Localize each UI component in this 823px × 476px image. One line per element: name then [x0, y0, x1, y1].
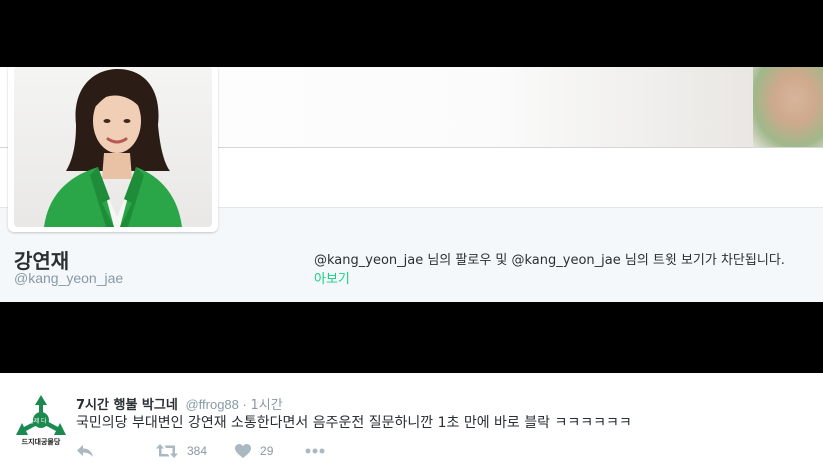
retweet-button[interactable]: 384	[156, 444, 207, 458]
tweet-handle[interactable]: @ffrog88	[185, 397, 238, 412]
tweet-time[interactable]: 1시간	[250, 398, 282, 413]
more-button[interactable]	[305, 448, 325, 454]
profile-card: 강연재 @kang_yeon_jae @kang_yeon_jae 님의 팔로우…	[0, 67, 823, 302]
reply-button[interactable]	[76, 444, 94, 458]
svg-text:드지대궁물당: 드지대궁물당	[22, 437, 61, 446]
black-bar-middle	[0, 302, 823, 373]
heart-icon	[235, 444, 252, 458]
svg-text:언제 다 해: 언제 다 해	[28, 417, 54, 425]
tweet-display-name[interactable]: 7시간 행불 박그네	[76, 398, 178, 413]
view-link[interactable]: 아보기	[314, 268, 350, 287]
banner-image	[753, 67, 823, 147]
more-icon	[305, 448, 325, 454]
tweet-actions: 384 29	[76, 443, 325, 459]
tweet[interactable]: 언제 다 해 드지대궁물당 7시간 행불 박그네 @ffrog88 · 1시간 …	[0, 373, 823, 476]
tweet-text: 국민의당 부대변인 강연재 소통한다면서 음주운전 질문하니깐 1초 만에 바로…	[76, 415, 632, 431]
retweet-icon	[156, 444, 178, 458]
tweet-avatar[interactable]: 언제 다 해 드지대궁물당	[14, 393, 68, 447]
profile-avatar	[14, 67, 212, 227]
profile-avatar-frame[interactable]	[8, 67, 218, 232]
profile-photo	[44, 69, 182, 227]
like-button[interactable]: 29	[235, 444, 273, 458]
tweet-separator: ·	[242, 397, 247, 412]
like-count: 29	[260, 444, 274, 458]
party-logo-icon: 언제 다 해 드지대궁물당	[14, 393, 68, 447]
retweet-count: 384	[187, 444, 208, 458]
reply-icon	[77, 445, 93, 457]
black-bar-top	[0, 0, 823, 67]
tweet-header: 7시간 행불 박그네 @ffrog88 · 1시간	[76, 394, 283, 413]
block-notice: @kang_yeon_jae 님의 팔로우 및 @kang_yeon_jae 님…	[314, 253, 785, 268]
profile-handle[interactable]: @kang_yeon_jae	[14, 270, 123, 286]
